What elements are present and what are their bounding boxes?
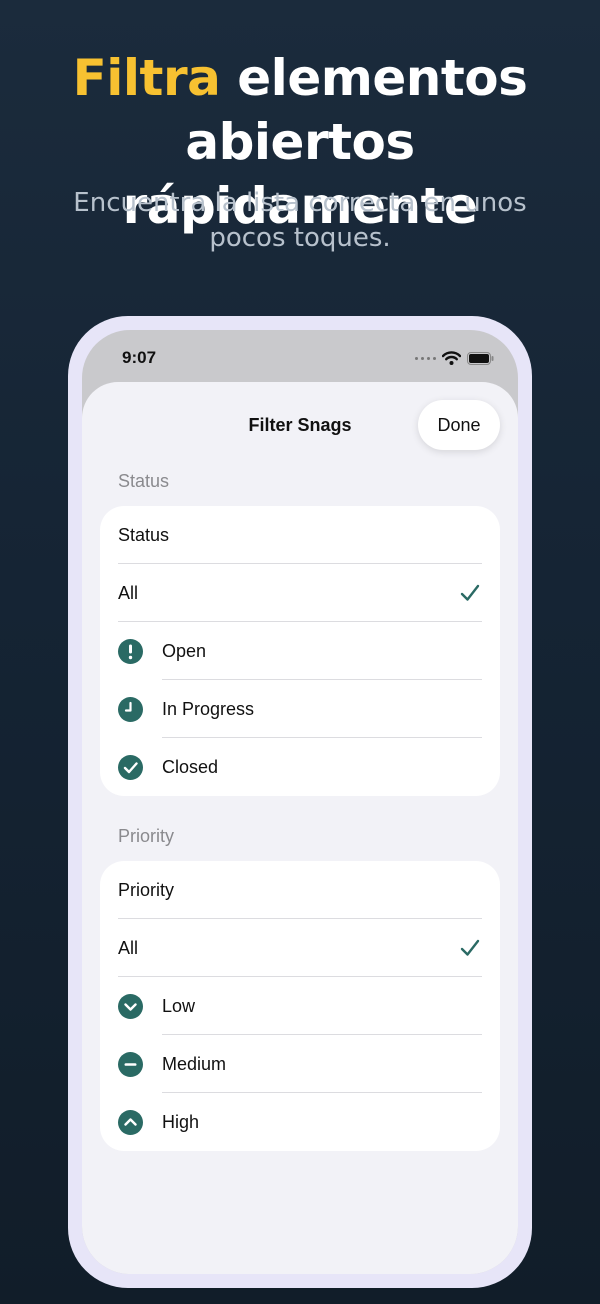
priority-option-high[interactable]: High — [100, 1093, 500, 1151]
priority-option-low[interactable]: Low — [100, 977, 500, 1035]
minus-circle-icon — [118, 1051, 143, 1077]
status-option-open[interactable]: Open — [100, 622, 500, 680]
status-picker-row[interactable]: Status — [100, 506, 500, 564]
status-time: 9:07 — [122, 348, 157, 367]
done-button[interactable]: Done — [418, 400, 500, 450]
status-option-all[interactable]: All — [100, 564, 500, 622]
option-label: Open — [162, 640, 207, 661]
status-picker-label: Status — [118, 524, 170, 545]
clock-circle-icon — [118, 696, 143, 722]
checkmark-circle-icon — [118, 754, 143, 780]
option-label: In Progress — [162, 698, 255, 719]
filter-sheet: Filter Snags Done Status Status All Open — [82, 382, 518, 1274]
headline-line-1: Filtra elementos — [0, 46, 600, 110]
option-label: High — [162, 1111, 200, 1132]
priority-picker-row[interactable]: Priority — [100, 861, 500, 919]
priority-option-medium[interactable]: Medium — [100, 1035, 500, 1093]
chevron-up-circle-icon — [118, 1109, 143, 1135]
wifi-icon — [442, 351, 461, 365]
option-label: Low — [162, 995, 196, 1016]
option-label: Medium — [162, 1053, 227, 1074]
status-bar: 9:07 — [82, 330, 518, 384]
checkmark-icon — [460, 939, 480, 956]
exclamation-circle-icon — [118, 638, 143, 664]
status-option-closed[interactable]: Closed — [100, 738, 500, 796]
headline-accent-word: Filtra — [72, 49, 221, 107]
headline-line-1-rest: elementos — [220, 49, 528, 107]
phone-screen: 9:07 Filter Snags Done Status Status All… — [82, 330, 518, 1274]
status-card: Status All Open In Progress Closed — [100, 506, 500, 796]
option-label: All — [118, 582, 139, 603]
option-label: All — [118, 937, 139, 958]
battery-icon — [467, 351, 494, 365]
checkmark-icon — [460, 584, 480, 601]
signal-dots-icon — [415, 356, 436, 360]
priority-option-all[interactable]: All — [100, 919, 500, 977]
promo-subtitle: Encuentra la lista correcta en unos poco… — [73, 188, 527, 253]
status-icons — [415, 350, 494, 366]
priority-section-header: Priority — [118, 826, 175, 846]
priority-card: Priority All Low Medium High — [100, 861, 500, 1151]
chevron-down-circle-icon — [118, 993, 143, 1019]
option-label: Closed — [162, 756, 219, 777]
priority-picker-label: Priority — [118, 879, 175, 900]
status-section-header: Status — [118, 471, 170, 491]
status-option-in-progress[interactable]: In Progress — [100, 680, 500, 738]
